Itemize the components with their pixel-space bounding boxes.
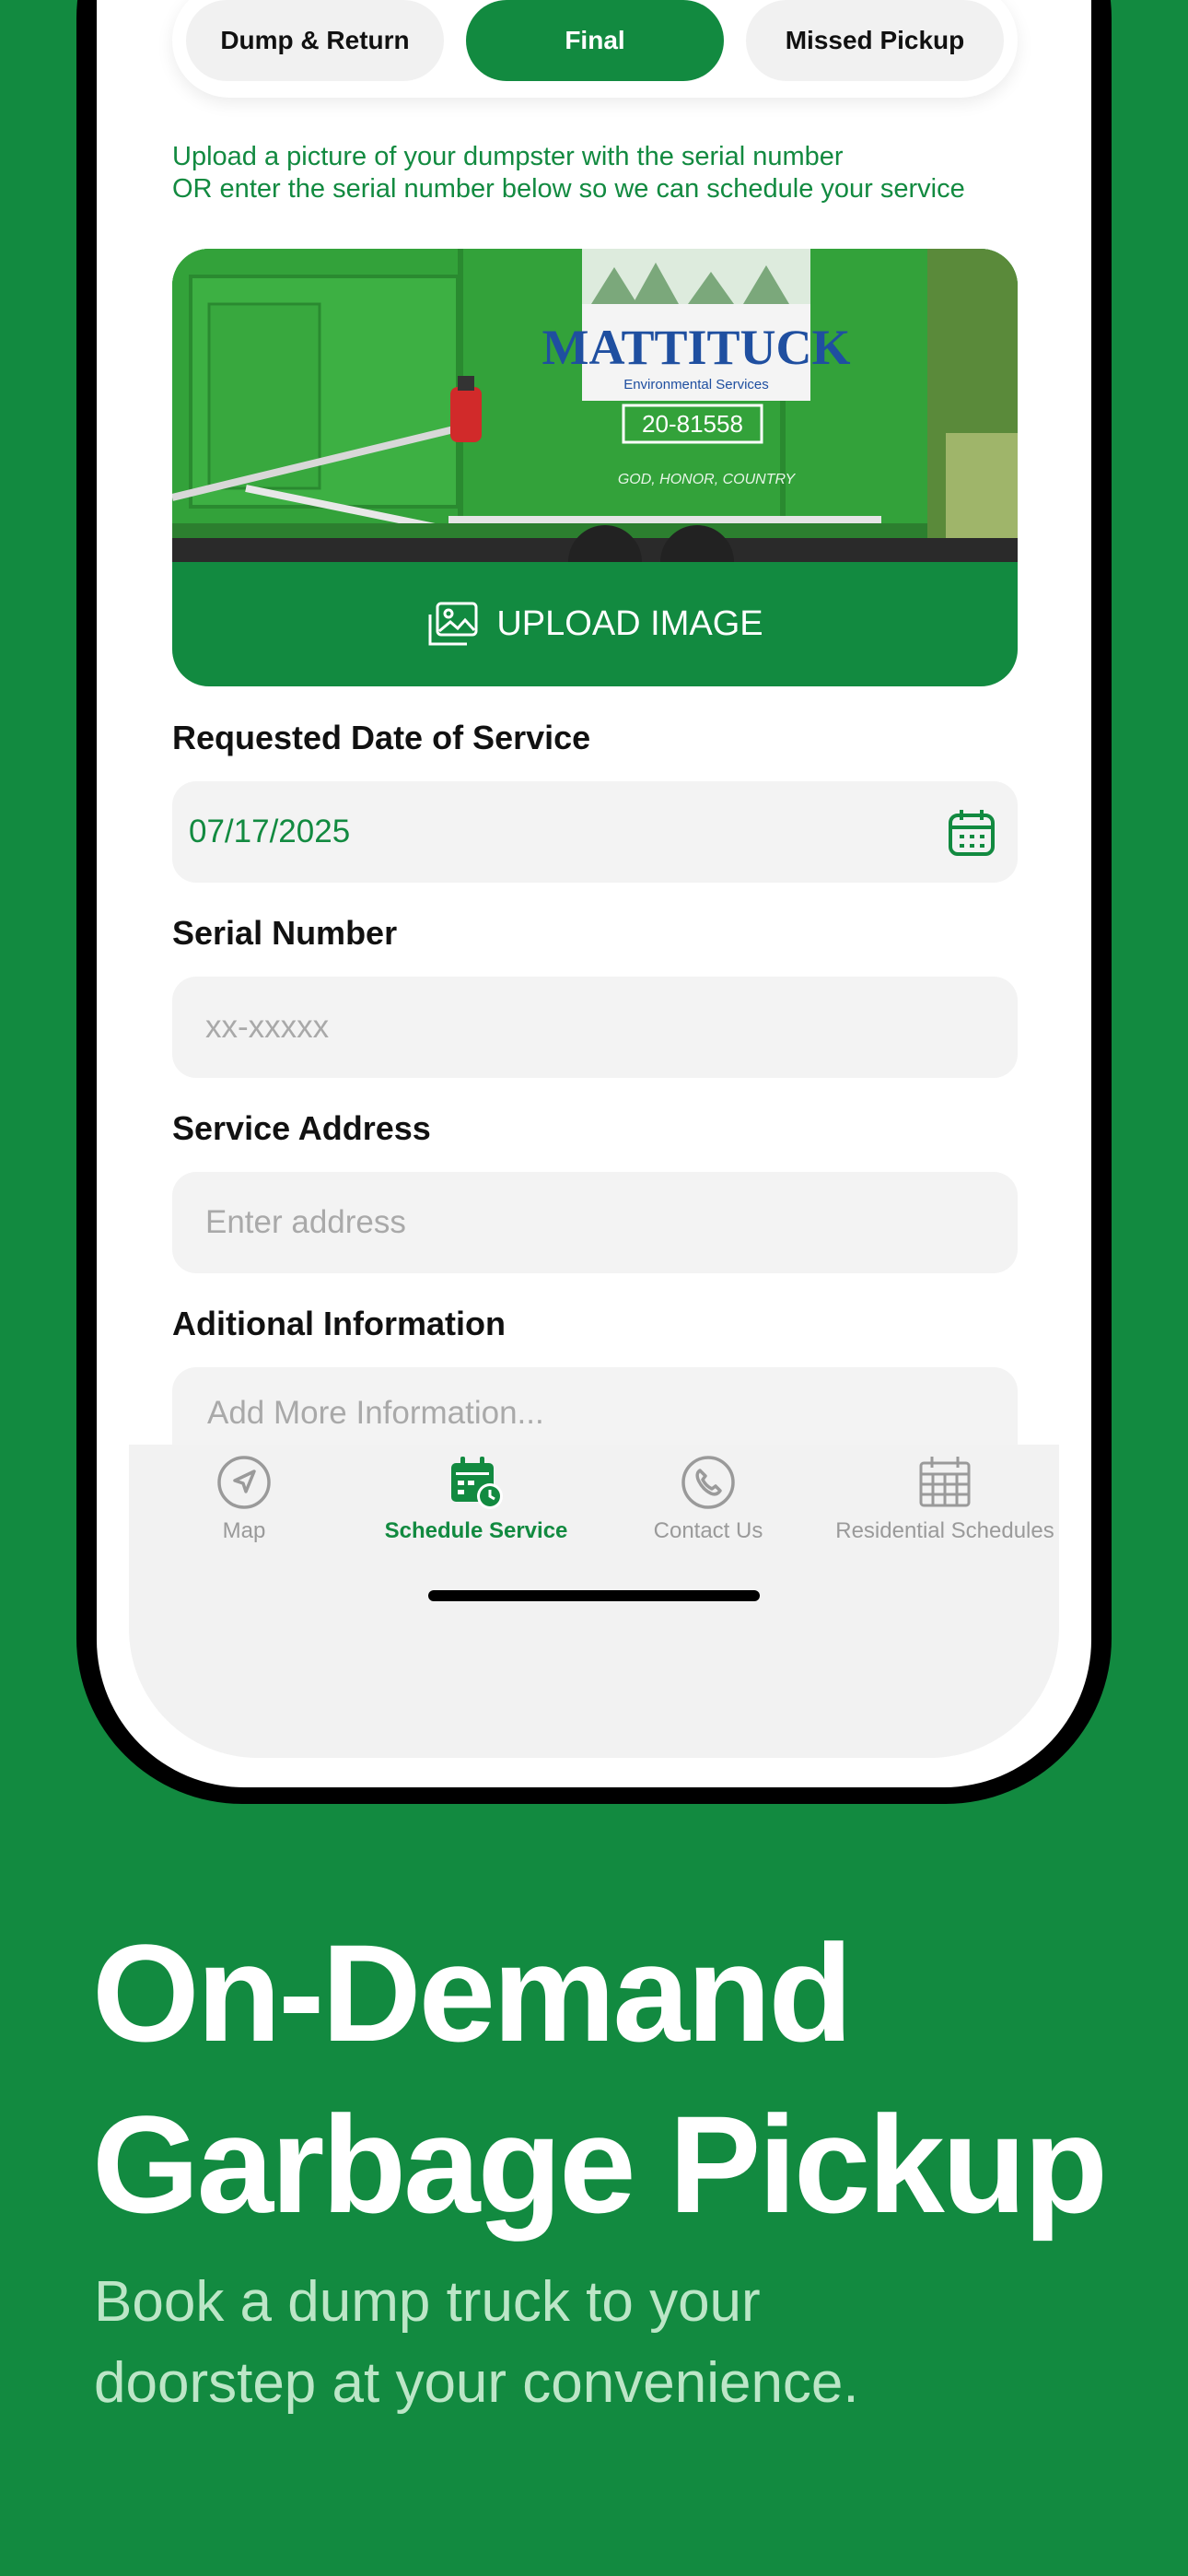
tab-schedule-service[interactable]: Schedule Service [361, 1454, 591, 1544]
instructions-line-1: Upload a picture of your dumpster with t… [172, 142, 844, 171]
tab-map[interactable]: Map [129, 1454, 359, 1544]
truck-brand-text: MATTITUCK [542, 320, 850, 375]
serial-number-placeholder: xx-xxxxx [205, 1009, 330, 1045]
tab-contact-us[interactable]: Contact Us [593, 1454, 823, 1544]
tab-residential-schedules[interactable]: Residential Schedules [825, 1454, 1065, 1544]
truck-motto-text: GOD, HONOR, COUNTRY [618, 472, 797, 487]
additional-info-label: Aditional Information [172, 1305, 506, 1342]
additional-info-placeholder: Add More Information... [207, 1395, 544, 1431]
tab-map-label: Map [222, 1518, 266, 1543]
marketing-headline: On-Demand Garbage Pickup [92, 1907, 1151, 2250]
bottom-tab-bar: Map Schedule Service Contact Us Resident… [129, 1445, 1059, 1758]
image-icon [428, 602, 478, 645]
segment-dump-return[interactable]: Dump & Return [186, 0, 444, 81]
serial-number-input[interactable]: xx-xxxxx [172, 977, 1018, 1078]
headline-line-1: On-Demand [92, 1915, 853, 2070]
service-address-input[interactable]: Enter address [172, 1172, 1018, 1273]
service-address-label: Service Address [172, 1109, 431, 1147]
upload-instructions: Upload a picture of your dumpster with t… [172, 141, 1029, 205]
home-indicator [428, 1590, 760, 1601]
calendar-grid-icon [919, 1457, 971, 1507]
phone-screen: Dump & Return Final Missed Pickup Upload… [97, 0, 1091, 1787]
garbage-truck-photo: MATTITUCK Environmental Services 20-8155… [172, 249, 1018, 562]
upload-card: MATTITUCK Environmental Services 20-8155… [172, 249, 1018, 686]
headline-line-2: Garbage Pickup [92, 2087, 1108, 2242]
truck-brand-sub-text: Environmental Services [623, 377, 769, 392]
tab-contact-us-label: Contact Us [653, 1518, 763, 1543]
instructions-line-2: OR enter the serial number below so we c… [172, 174, 965, 204]
date-field[interactable]: 07/17/2025 [172, 781, 1018, 883]
tab-residential-schedules-label: Residential Schedules [835, 1518, 1054, 1543]
segment-final[interactable]: Final [466, 0, 724, 81]
serial-number-label: Serial Number [172, 914, 398, 952]
subtext-line-1: Book a dump truck to your [94, 2270, 761, 2334]
service-address-placeholder: Enter address [205, 1204, 406, 1240]
subtext-line-2: doorstep at your convenience. [94, 2351, 859, 2415]
calendar-clock-icon [451, 1457, 503, 1509]
marketing-subtext: Book a dump truck to your doorstep at yo… [94, 2262, 1153, 2424]
service-type-segmented-control: Dump & Return Final Missed Pickup [172, 0, 1018, 98]
phone-icon [681, 1456, 735, 1509]
upload-image-label: UPLOAD IMAGE [496, 604, 763, 643]
navigation-arrow-icon [217, 1456, 271, 1509]
tab-schedule-service-label: Schedule Service [384, 1518, 568, 1543]
date-label: Requested Date of Service [172, 719, 591, 756]
upload-image-button[interactable]: UPLOAD IMAGE [172, 562, 1018, 686]
truck-serial-text: 20-81558 [642, 410, 743, 438]
calendar-icon[interactable] [946, 807, 997, 859]
segment-missed-pickup[interactable]: Missed Pickup [746, 0, 1004, 81]
date-value: 07/17/2025 [189, 814, 351, 849]
